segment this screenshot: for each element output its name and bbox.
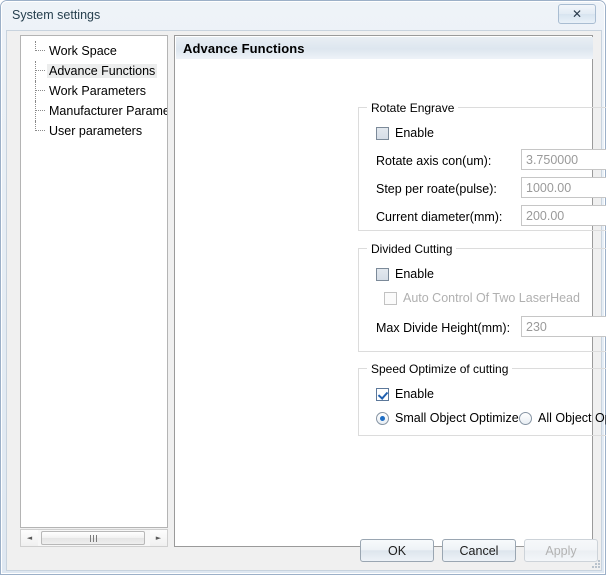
auto-control-two-laserhead-checkbox: Auto Control Of Two LaserHead: [384, 291, 580, 305]
grip-icon: [90, 535, 97, 542]
sidebar-item-label: Work Space: [47, 44, 119, 58]
sidebar-item-label: Work Parameters: [47, 84, 148, 98]
tree-connector-icon: [29, 61, 45, 81]
rotate-axis-con-input[interactable]: 3.750000: [521, 149, 606, 170]
max-divide-height-label: Max Divide Height(mm):: [376, 321, 510, 335]
resize-grip-icon[interactable]: [590, 558, 602, 570]
panel-header: Advance Functions: [176, 37, 593, 59]
checkbox-label: Enable: [395, 387, 434, 401]
step-per-roate-label: Step per roate(pulse):: [376, 182, 497, 196]
sidebar-item-work-space[interactable]: Work Space: [21, 41, 167, 61]
radio-label: Small Object Optimize: [395, 411, 519, 425]
ok-button[interactable]: OK: [360, 539, 434, 562]
radio-icon: [519, 412, 532, 425]
close-icon: ✕: [572, 8, 582, 20]
radio-label: All Object Optimize: [538, 411, 606, 425]
sidebar-item-advance-functions[interactable]: Advance Functions: [21, 61, 167, 81]
group-speed-optimize: Speed Optimize of cutting Enable Small O…: [358, 368, 606, 436]
max-divide-height-input[interactable]: 230: [521, 316, 606, 337]
settings-content-panel: Advance Functions Rotate Engrave Enable …: [174, 35, 593, 547]
group-title: Divided Cutting: [367, 242, 456, 256]
sidebar-item-user-parameters[interactable]: User parameters: [21, 121, 167, 141]
title-bar[interactable]: System settings ✕: [2, 2, 606, 30]
dialog-client-area: Work Space Advance Functions Work Parame…: [6, 30, 602, 571]
rotate-enable-checkbox[interactable]: Enable: [376, 126, 434, 140]
tree-connector-icon: [29, 101, 45, 121]
chevron-right-icon: ►: [156, 535, 161, 542]
checkbox-icon: [376, 268, 389, 281]
checkbox-icon: [384, 292, 397, 305]
current-diameter-input[interactable]: 200.00: [521, 205, 606, 226]
checkbox-icon: [376, 388, 389, 401]
settings-tree[interactable]: Work Space Advance Functions Work Parame…: [20, 35, 168, 528]
group-title: Rotate Engrave: [367, 101, 458, 115]
radio-icon: [376, 412, 389, 425]
divided-enable-checkbox[interactable]: Enable: [376, 267, 434, 281]
checkbox-icon: [376, 127, 389, 140]
cancel-button[interactable]: Cancel: [442, 539, 516, 562]
checkbox-label: Auto Control Of Two LaserHead: [403, 291, 580, 305]
close-button[interactable]: ✕: [558, 4, 596, 24]
chevron-left-icon: ◄: [27, 535, 32, 542]
sidebar-item-manufacturer-parameters[interactable]: Manufacturer Paramet: [21, 101, 167, 121]
window-title: System settings: [12, 8, 100, 22]
page-title: Advance Functions: [176, 41, 305, 56]
rotate-axis-con-label: Rotate axis con(um):: [376, 154, 491, 168]
scroll-left-button[interactable]: ◄: [21, 530, 38, 546]
sidebar-item-label: User parameters: [47, 124, 144, 138]
scroll-right-button[interactable]: ►: [150, 530, 167, 546]
scrollbar-track[interactable]: [38, 530, 150, 546]
scrollbar-thumb[interactable]: [41, 531, 145, 545]
sidebar-item-work-parameters[interactable]: Work Parameters: [21, 81, 167, 101]
tree-items: Work Space Advance Functions Work Parame…: [21, 41, 167, 141]
step-per-roate-input[interactable]: 1000.00: [521, 177, 606, 198]
tree-horizontal-scrollbar[interactable]: ◄ ►: [20, 529, 168, 547]
group-divided-cutting: Divided Cutting Enable Auto Control Of T…: [358, 248, 606, 352]
sidebar-item-label: Advance Functions: [47, 64, 157, 78]
checkbox-label: Enable: [395, 267, 434, 281]
apply-button: Apply: [524, 539, 598, 562]
current-diameter-label: Current diameter(mm):: [376, 210, 502, 224]
tree-connector-icon: [29, 81, 45, 101]
sidebar-item-label: Manufacturer Paramet: [47, 104, 168, 118]
radio-all-object-optimize[interactable]: All Object Optimize: [519, 411, 606, 425]
tree-connector-icon: [29, 41, 45, 61]
radio-small-object-optimize[interactable]: Small Object Optimize: [376, 411, 519, 425]
group-rotate-engrave: Rotate Engrave Enable Rotate axis con(um…: [358, 107, 606, 231]
system-settings-window: System settings ✕ Work Space: [0, 0, 606, 575]
checkbox-label: Enable: [395, 126, 434, 140]
tree-connector-icon: [29, 121, 45, 141]
group-title: Speed Optimize of cutting: [367, 362, 512, 376]
speed-enable-checkbox[interactable]: Enable: [376, 387, 434, 401]
window-frame: System settings ✕ Work Space: [1, 1, 605, 574]
